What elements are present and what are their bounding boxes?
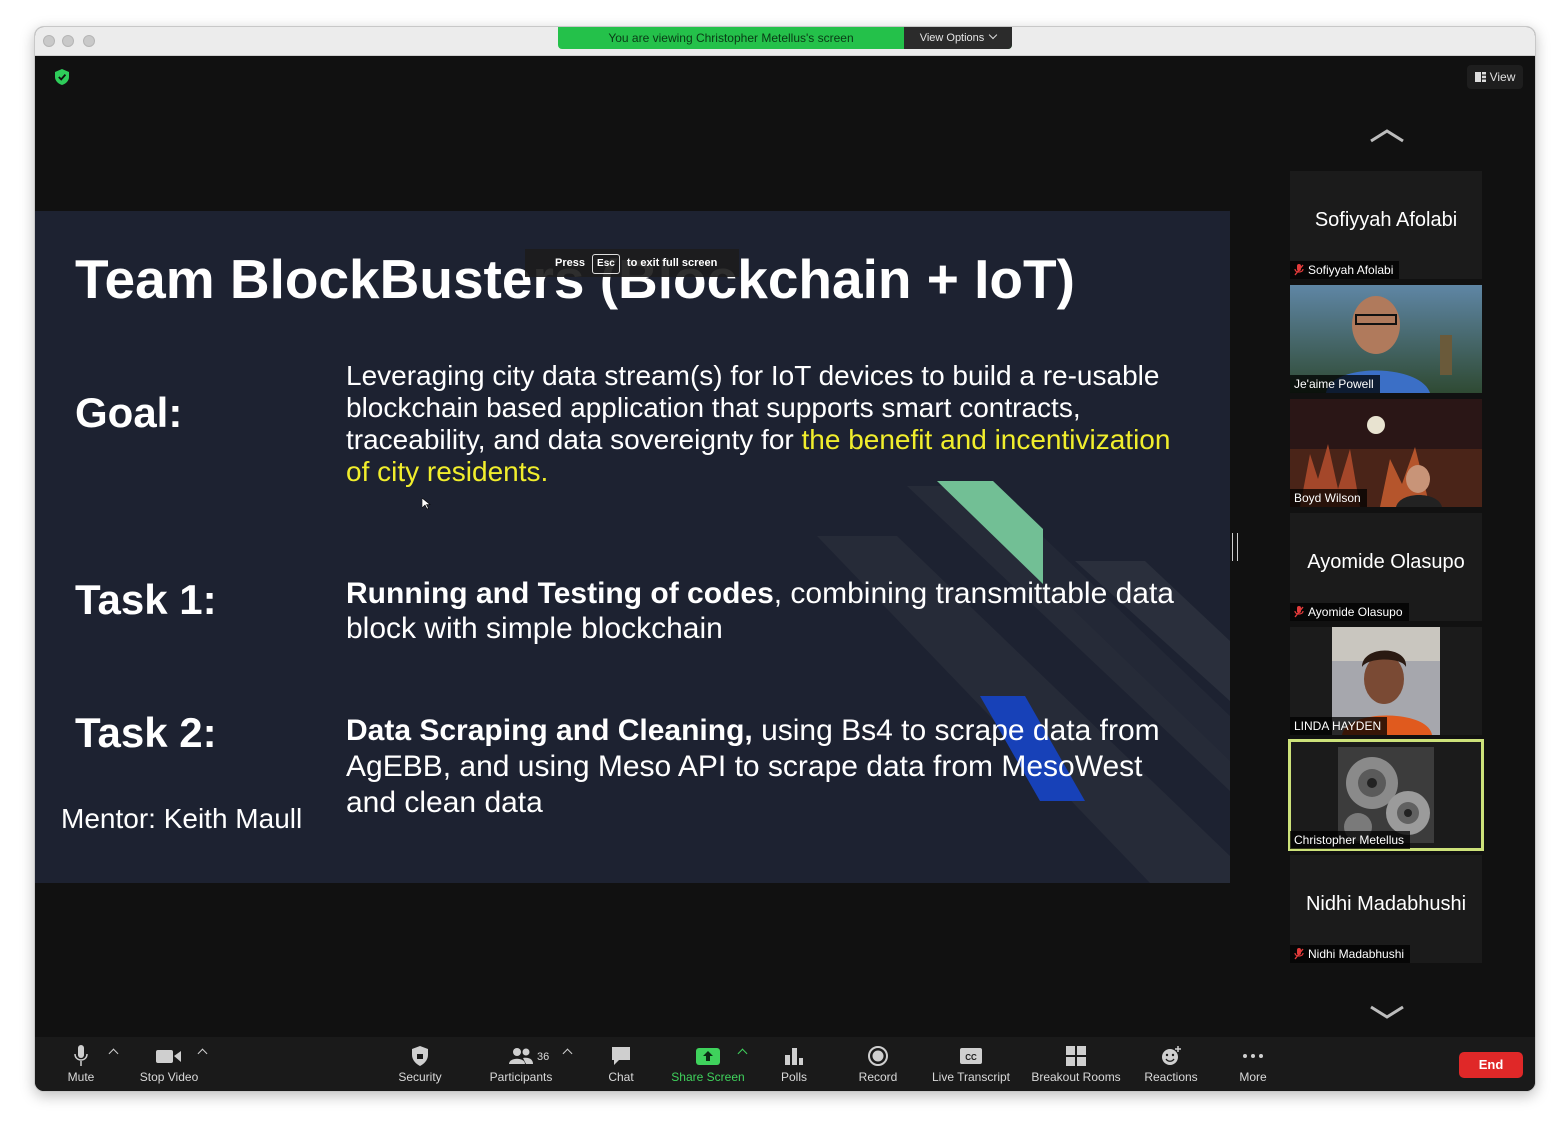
goal-label: Goal: xyxy=(75,389,183,436)
mouse-cursor-icon xyxy=(422,498,431,510)
live-transcript-button[interactable]: CC Live Transcript xyxy=(927,1045,1015,1084)
view-options-label: View Options xyxy=(919,32,985,44)
participants-icon xyxy=(509,1048,533,1064)
participants-count: 36 xyxy=(537,1051,550,1063)
svg-text:CC: CC xyxy=(965,1053,977,1062)
microphone-icon xyxy=(74,1045,88,1066)
microphone-muted-icon xyxy=(1294,948,1304,960)
shared-screen-slide: Team BlockBusters (Blockchain + IoT) Pre… xyxy=(35,211,1230,883)
participant-name-label: Sofiyyah Afolabi xyxy=(1290,261,1400,279)
participant-name-label: LINDA HAYDEN xyxy=(1290,717,1388,735)
share-screen-icon xyxy=(696,1048,720,1065)
share-screen-button[interactable]: Share Screen xyxy=(668,1045,748,1084)
closed-caption-icon: CC xyxy=(960,1048,982,1064)
chat-bubble-icon xyxy=(612,1047,630,1065)
meeting-toolbar: Mute Stop Video Security 36 Participants… xyxy=(35,1037,1535,1091)
screen-share-banner: You are viewing Christopher Metellus's s… xyxy=(558,27,1012,49)
reactions-label: Reactions xyxy=(1144,1070,1198,1084)
mute-button[interactable]: Mute xyxy=(57,1045,105,1084)
security-button[interactable]: Security xyxy=(392,1045,448,1084)
grid-view-icon xyxy=(1474,72,1486,82)
chevron-up-icon[interactable] xyxy=(1369,127,1405,145)
video-camera-icon xyxy=(156,1050,181,1063)
chevron-down-icon xyxy=(989,30,998,40)
minimize-window-button[interactable] xyxy=(62,35,74,47)
view-options-button[interactable]: View Options xyxy=(904,27,1012,49)
more-ellipsis-icon xyxy=(1243,1054,1263,1058)
participant-tile-active-speaker[interactable]: Christopher Metellus xyxy=(1288,739,1484,851)
polls-button[interactable]: Polls xyxy=(775,1045,813,1084)
chevron-up-icon[interactable] xyxy=(108,1048,119,1059)
task2-bold-text: Data Scraping and Cleaning, xyxy=(346,714,753,747)
task2-label: Task 2: xyxy=(75,709,217,756)
microphone-muted-icon xyxy=(1294,606,1304,618)
chevron-up-icon[interactable] xyxy=(562,1048,573,1059)
participant-tile[interactable]: Boyd Wilson xyxy=(1290,399,1482,507)
more-button[interactable]: More xyxy=(1233,1045,1273,1084)
exit-fullscreen-toast: Press Esc to exit full screen xyxy=(525,249,740,277)
task2-text: Data Scraping and Cleaning, using Bs4 to… xyxy=(346,713,1196,821)
more-label: More xyxy=(1239,1070,1267,1084)
participant-tile[interactable]: LINDA HAYDEN xyxy=(1290,627,1482,735)
stop-video-label: Stop Video xyxy=(139,1070,199,1084)
panel-resize-handle[interactable] xyxy=(1232,533,1238,561)
reactions-button[interactable]: Reactions xyxy=(1141,1045,1201,1084)
view-label: View xyxy=(1489,70,1516,84)
participant-name-label: Boyd Wilson xyxy=(1290,489,1367,507)
participant-name-label: Ayomide Olasupo xyxy=(1290,603,1409,621)
zoom-window: You are viewing Christopher Metellus's s… xyxy=(34,26,1536,1092)
participant-tile[interactable]: Sofiyyah Afolabi Sofiyyah Afolabi xyxy=(1290,171,1482,279)
viewing-screen-text: You are viewing Christopher Metellus's s… xyxy=(608,31,854,45)
breakout-rooms-label: Breakout Rooms xyxy=(1031,1070,1121,1084)
task1-label: Task 1: xyxy=(75,576,217,623)
polls-label: Polls xyxy=(780,1070,807,1084)
share-screen-label: Share Screen xyxy=(671,1070,745,1084)
participants-button[interactable]: 36 Participants xyxy=(484,1045,558,1084)
participant-name-label: Nidhi Madabhushi xyxy=(1290,945,1411,963)
reactions-smiley-icon xyxy=(1162,1046,1181,1065)
close-window-button[interactable] xyxy=(43,35,55,47)
goal-text: Leveraging city data stream(s) for IoT d… xyxy=(346,360,1196,488)
participant-label-text: Nidhi Madabhushi xyxy=(1308,947,1405,961)
polls-bar-icon xyxy=(785,1048,803,1065)
chat-label: Chat xyxy=(608,1070,634,1084)
security-label: Security xyxy=(398,1070,442,1084)
mentor-text: Mentor: Keith Maull xyxy=(61,803,303,834)
task1-text: Running and Testing of codes, combining … xyxy=(346,576,1196,646)
record-icon xyxy=(868,1046,888,1066)
participant-tile[interactable]: Ayomide Olasupo Ayomide Olasupo xyxy=(1290,513,1482,621)
record-label: Record xyxy=(858,1070,898,1084)
record-button[interactable]: Record xyxy=(853,1045,903,1084)
participant-tile[interactable]: Je'aime Powell xyxy=(1290,285,1482,393)
view-layout-button[interactable]: View xyxy=(1467,65,1523,89)
participants-label: Participants xyxy=(489,1070,553,1084)
participant-name-label: Je'aime Powell xyxy=(1290,375,1380,393)
microphone-muted-icon xyxy=(1294,264,1304,276)
breakout-rooms-button[interactable]: Breakout Rooms xyxy=(1028,1045,1124,1084)
participant-name-label: Christopher Metellus xyxy=(1290,831,1411,849)
zoom-window-button[interactable] xyxy=(83,35,95,47)
chevron-down-icon[interactable] xyxy=(1369,1003,1405,1021)
chat-button[interactable]: Chat xyxy=(601,1045,641,1084)
participant-display-name: Sofiyyah Afolabi xyxy=(1314,209,1458,231)
security-shield-icon xyxy=(412,1046,428,1066)
participant-tile[interactable]: Nidhi Madabhushi Nidhi Madabhushi xyxy=(1290,855,1482,963)
participant-label-text: Ayomide Olasupo xyxy=(1308,605,1403,619)
mute-label: Mute xyxy=(67,1070,95,1084)
participant-label-text: Sofiyyah Afolabi xyxy=(1308,263,1394,277)
title-bar: You are viewing Christopher Metellus's s… xyxy=(35,27,1535,56)
esc-key-badge: Esc xyxy=(592,254,620,274)
toast-suffix-text: to exit full screen xyxy=(626,257,718,269)
end-meeting-button[interactable]: End xyxy=(1459,1052,1523,1078)
participant-display-name: Nidhi Madabhushi xyxy=(1305,893,1467,915)
breakout-rooms-icon xyxy=(1066,1046,1086,1066)
toast-press-text: Press xyxy=(555,257,585,269)
participant-display-name: Ayomide Olasupo xyxy=(1307,551,1465,573)
live-transcript-label: Live Transcript xyxy=(931,1070,1011,1084)
participant-video-feed xyxy=(1338,747,1434,843)
task1-bold-text: Running and Testing of codes xyxy=(346,577,774,610)
stop-video-button[interactable]: Stop Video xyxy=(133,1045,205,1084)
encryption-shield-icon[interactable] xyxy=(55,69,69,85)
